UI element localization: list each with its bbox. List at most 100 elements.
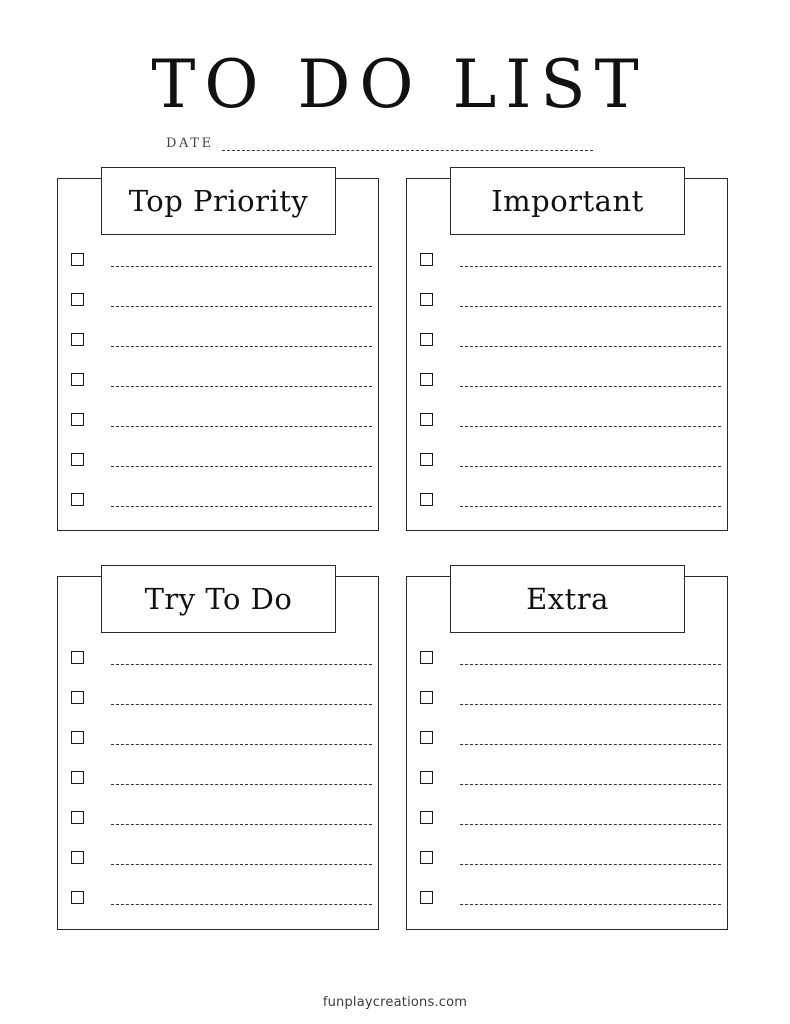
list-item[interactable] <box>420 333 721 355</box>
list-item[interactable] <box>71 253 372 275</box>
list-item[interactable] <box>420 691 721 713</box>
checkbox-icon[interactable] <box>71 691 84 704</box>
section-card-try-to-do: Try To Do <box>57 565 379 930</box>
list-item[interactable] <box>71 493 372 515</box>
list-item[interactable] <box>71 731 372 753</box>
list-item[interactable] <box>420 891 721 913</box>
section-heading-box-try-to-do: Try To Do <box>101 565 336 633</box>
checkbox-icon[interactable] <box>71 453 84 466</box>
write-line[interactable] <box>111 266 372 267</box>
checkbox-icon[interactable] <box>420 691 433 704</box>
checkbox-icon[interactable] <box>71 891 84 904</box>
section-heading-box-extra: Extra <box>450 565 685 633</box>
write-line[interactable] <box>460 306 721 307</box>
write-line[interactable] <box>460 744 721 745</box>
write-line[interactable] <box>460 904 721 905</box>
page-title: TO DO LIST <box>151 46 648 123</box>
write-line[interactable] <box>460 506 721 507</box>
list-item[interactable] <box>71 691 372 713</box>
list-item[interactable] <box>71 453 372 475</box>
write-line[interactable] <box>111 466 372 467</box>
list-item[interactable] <box>420 771 721 793</box>
checkbox-icon[interactable] <box>71 811 84 824</box>
write-line[interactable] <box>111 744 372 745</box>
write-line[interactable] <box>460 784 721 785</box>
write-line[interactable] <box>111 864 372 865</box>
checkbox-icon[interactable] <box>71 493 84 506</box>
checkbox-icon[interactable] <box>71 851 84 864</box>
section-heading-try-to-do: Try To Do <box>144 582 293 616</box>
write-line[interactable] <box>460 664 721 665</box>
section-heading-important: Important <box>491 184 644 218</box>
section-card-important: Important <box>406 167 728 531</box>
write-line[interactable] <box>111 346 372 347</box>
checkbox-icon[interactable] <box>71 771 84 784</box>
list-item[interactable] <box>71 373 372 395</box>
write-line[interactable] <box>460 704 721 705</box>
section-heading-top-priority: Top Priority <box>128 184 309 218</box>
write-line[interactable] <box>460 386 721 387</box>
list-item[interactable] <box>71 413 372 435</box>
checkbox-icon[interactable] <box>420 731 433 744</box>
checkbox-icon[interactable] <box>420 771 433 784</box>
list-item[interactable] <box>420 731 721 753</box>
write-line[interactable] <box>111 306 372 307</box>
write-line[interactable] <box>460 266 721 267</box>
date-label: DATE <box>166 136 214 151</box>
footer-watermark: funplaycreations.com <box>322 995 468 1010</box>
list-item[interactable] <box>71 771 372 793</box>
write-line[interactable] <box>460 466 721 467</box>
write-line[interactable] <box>111 664 372 665</box>
checkbox-icon[interactable] <box>420 253 433 266</box>
checkbox-icon[interactable] <box>420 493 433 506</box>
list-item[interactable] <box>420 493 721 515</box>
list-item[interactable] <box>71 651 372 673</box>
list-item[interactable] <box>420 851 721 873</box>
checkbox-icon[interactable] <box>71 253 84 266</box>
checklist-extra <box>407 645 727 930</box>
checkbox-icon[interactable] <box>71 373 84 386</box>
list-item[interactable] <box>71 333 372 355</box>
checkbox-icon[interactable] <box>71 413 84 426</box>
checkbox-icon[interactable] <box>420 333 433 346</box>
write-line[interactable] <box>111 426 372 427</box>
checkbox-icon[interactable] <box>420 891 433 904</box>
checklist-top-priority <box>58 247 378 532</box>
write-line[interactable] <box>111 824 372 825</box>
list-item[interactable] <box>420 811 721 833</box>
checkbox-icon[interactable] <box>420 373 433 386</box>
write-line[interactable] <box>460 426 721 427</box>
date-write-line[interactable] <box>222 150 593 151</box>
write-line[interactable] <box>111 506 372 507</box>
list-item[interactable] <box>420 651 721 673</box>
checkbox-icon[interactable] <box>71 333 84 346</box>
checkbox-icon[interactable] <box>420 811 433 824</box>
list-item[interactable] <box>420 453 721 475</box>
checkbox-icon[interactable] <box>420 651 433 664</box>
list-item[interactable] <box>71 293 372 315</box>
list-item[interactable] <box>420 253 721 275</box>
write-line[interactable] <box>111 904 372 905</box>
checkbox-icon[interactable] <box>420 453 433 466</box>
write-line[interactable] <box>460 824 721 825</box>
checkbox-icon[interactable] <box>71 731 84 744</box>
section-heading-box-important: Important <box>450 167 685 235</box>
list-item[interactable] <box>71 891 372 913</box>
list-item[interactable] <box>71 851 372 873</box>
checkbox-icon[interactable] <box>420 413 433 426</box>
write-line[interactable] <box>111 386 372 387</box>
write-line[interactable] <box>111 704 372 705</box>
write-line[interactable] <box>460 864 721 865</box>
checkbox-icon[interactable] <box>71 651 84 664</box>
checkbox-icon[interactable] <box>420 851 433 864</box>
list-item[interactable] <box>420 413 721 435</box>
list-item[interactable] <box>420 293 721 315</box>
checkbox-icon[interactable] <box>71 293 84 306</box>
checkbox-icon[interactable] <box>420 293 433 306</box>
list-item[interactable] <box>71 811 372 833</box>
section-heading-box-top-priority: Top Priority <box>101 167 336 235</box>
section-card-top-priority: Top Priority <box>57 167 379 532</box>
write-line[interactable] <box>111 784 372 785</box>
list-item[interactable] <box>420 373 721 395</box>
write-line[interactable] <box>460 346 721 347</box>
